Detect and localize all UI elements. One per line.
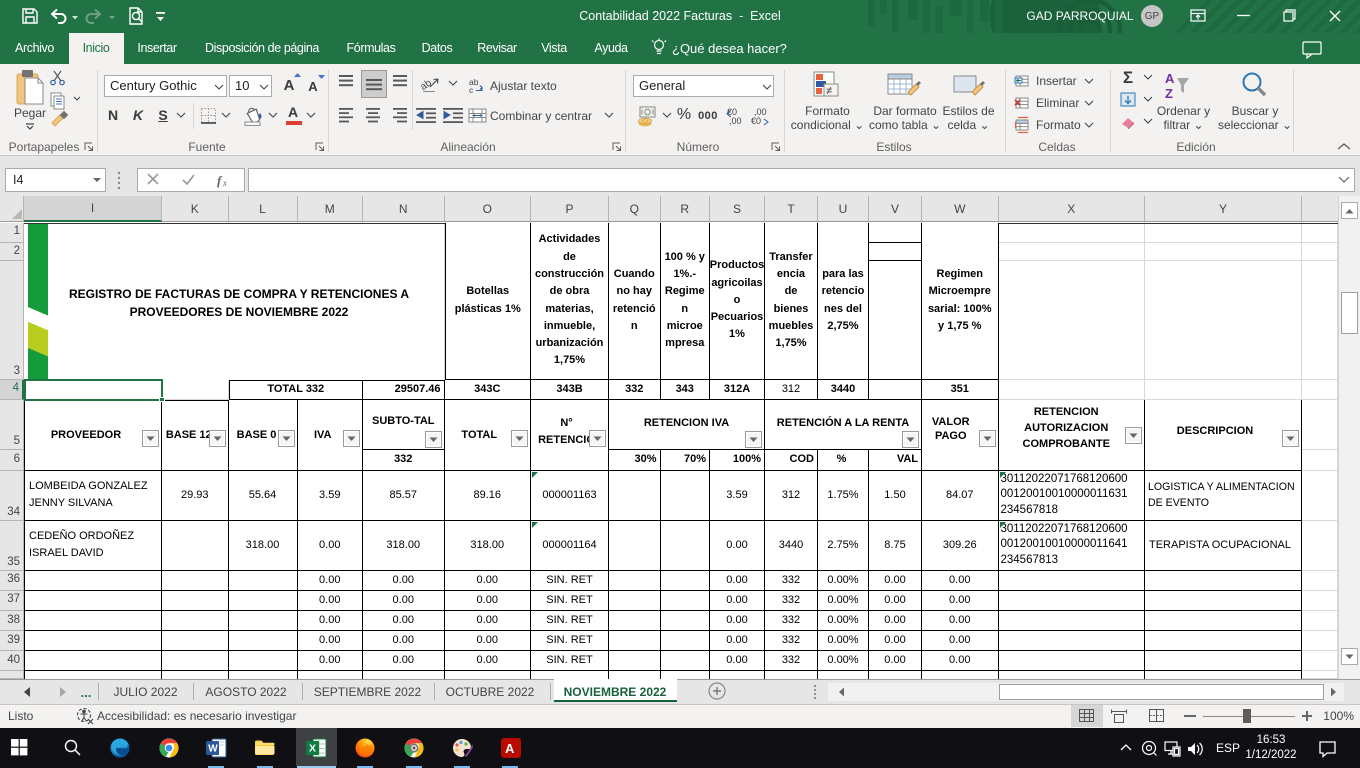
svg-text:€0: €0 bbox=[751, 116, 761, 126]
svg-text:x: x bbox=[222, 178, 227, 188]
svg-text:,00: ,00 bbox=[729, 116, 742, 126]
svg-text:Z: Z bbox=[1165, 86, 1173, 101]
svg-text:A: A bbox=[1165, 71, 1175, 86]
svg-text:≠: ≠ bbox=[826, 85, 832, 97]
svg-text:X: X bbox=[309, 743, 316, 755]
svg-text:A: A bbox=[505, 741, 515, 756]
svg-text:W: W bbox=[208, 744, 218, 755]
